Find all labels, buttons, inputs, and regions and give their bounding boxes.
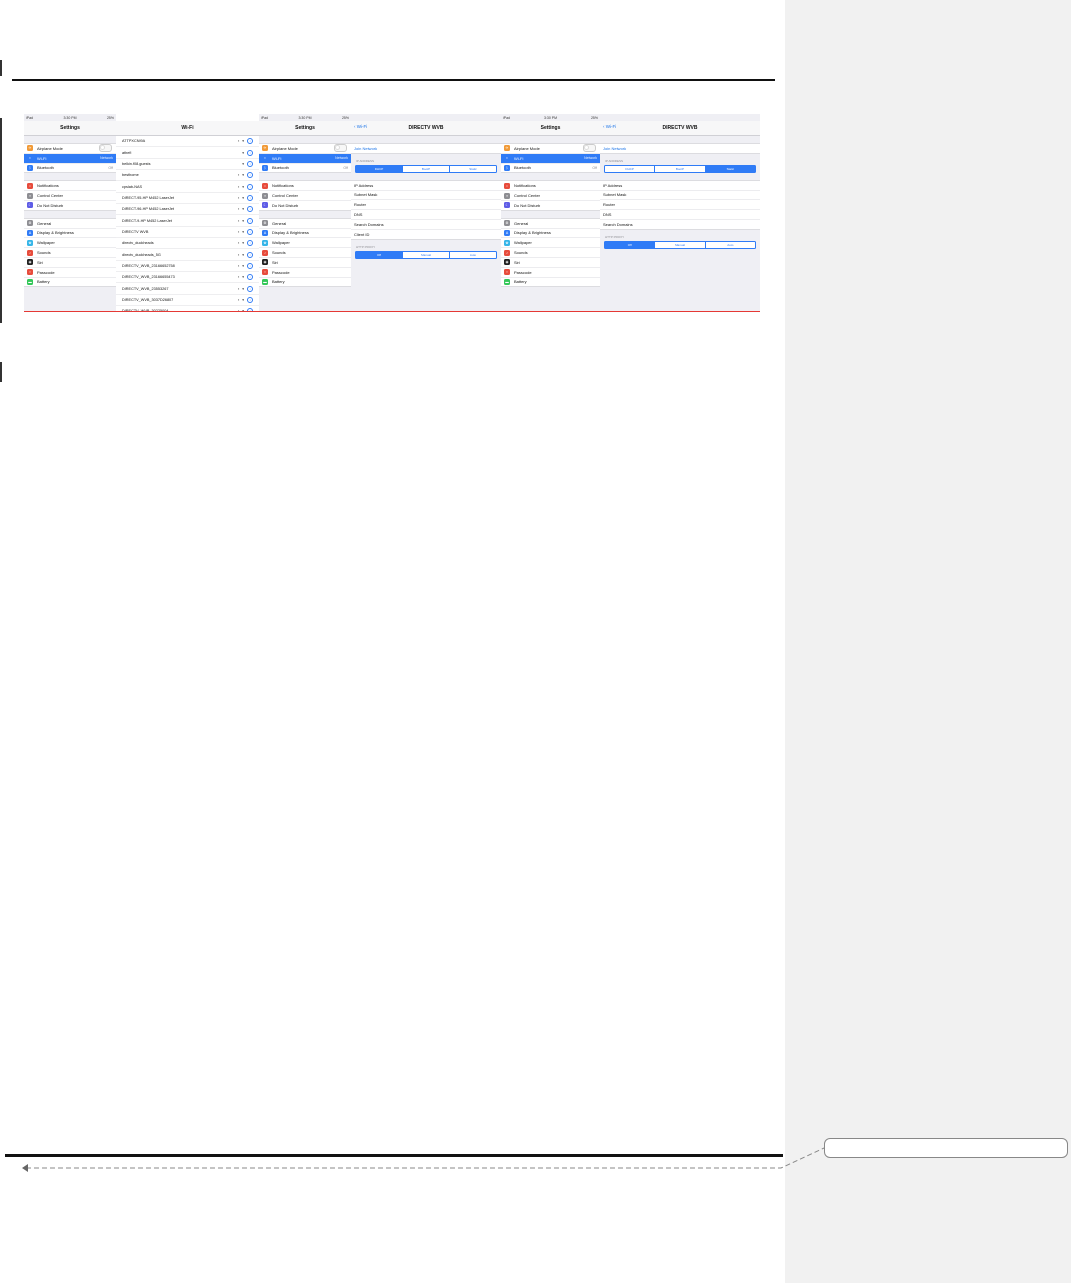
comment-leader-line [22,1147,825,1172]
leader-arrow-icon [22,1164,28,1172]
